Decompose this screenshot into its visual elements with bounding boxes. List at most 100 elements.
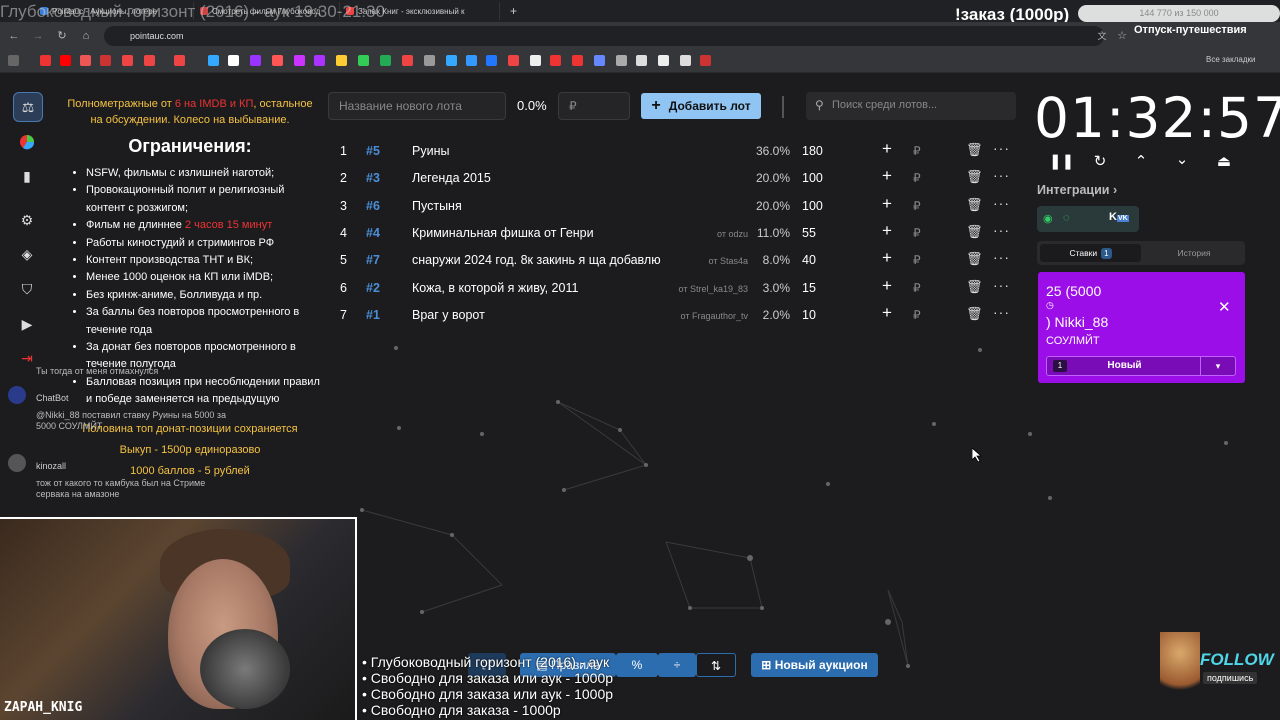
- bookmark-icon[interactable]: [336, 55, 347, 66]
- ruble-icon[interactable]: ₽: [913, 199, 921, 213]
- integrations-link[interactable]: Интеграции ›: [1037, 183, 1117, 197]
- bookmark-icon[interactable]: [272, 55, 283, 66]
- add-to-lot-icon[interactable]: +: [882, 194, 892, 214]
- star-icon[interactable]: ☆: [1114, 28, 1130, 44]
- all-bookmarks-link[interactable]: Все закладки: [1206, 55, 1255, 64]
- tab-history[interactable]: История: [1145, 244, 1243, 262]
- lot-row[interactable]: 4 #4 Криминальная фишка от Генри от odzu 11.…: [330, 219, 1020, 246]
- percent-button[interactable]: %: [616, 653, 658, 677]
- bookmark-icon[interactable]: [594, 55, 605, 66]
- lot-name[interactable]: Пустыня: [412, 199, 462, 213]
- bookmark-icon[interactable]: [80, 55, 91, 66]
- lot-amount[interactable]: 10: [802, 308, 816, 322]
- new-tab-button[interactable]: +: [504, 2, 523, 20]
- twitch-status-icon[interactable]: ◉: [1043, 212, 1053, 225]
- chevron-down-icon[interactable]: ⌄: [1172, 150, 1192, 170]
- add-lot-button[interactable]: + Добавить лот: [641, 93, 761, 119]
- add-to-lot-icon[interactable]: +: [882, 166, 892, 186]
- bookmark-icon[interactable]: [700, 55, 711, 66]
- bookmark-icon[interactable]: [144, 55, 155, 66]
- bookmark-icon[interactable]: [636, 55, 647, 66]
- trash-icon[interactable]: 🗑: [966, 251, 983, 267]
- bookmark-icon[interactable]: [40, 55, 51, 66]
- trash-icon[interactable]: 🗑: [966, 169, 983, 185]
- bookmark-icon[interactable]: [402, 55, 413, 66]
- bookmark-icon[interactable]: [530, 55, 541, 66]
- lot-amount[interactable]: 55: [802, 226, 816, 240]
- forward-icon[interactable]: →: [30, 28, 46, 44]
- bookmark-icon[interactable]: [658, 55, 669, 66]
- ruble-icon[interactable]: ₽: [913, 281, 921, 295]
- bookmark-icon[interactable]: [208, 55, 219, 66]
- new-lot-input[interactable]: Название нового лота: [328, 92, 506, 120]
- amount-input[interactable]: ₽: [558, 92, 630, 120]
- lot-name[interactable]: Руины: [412, 144, 449, 158]
- lot-row[interactable]: 2 #3 Легенда 2015 20.0% 100 + ₽ 🗑 ···: [330, 164, 1020, 191]
- ruble-icon[interactable]: ₽: [913, 308, 921, 322]
- ruble-icon[interactable]: ₽: [913, 144, 921, 158]
- lot-name[interactable]: Легенда 2015: [412, 171, 491, 185]
- lot-name[interactable]: Кожа, в которой я живу, 2011: [412, 281, 578, 295]
- home-icon[interactable]: ⌂: [78, 28, 94, 44]
- bookmark-icon[interactable]: [508, 55, 519, 66]
- ruble-icon[interactable]: ₽: [913, 253, 921, 267]
- vk-icon[interactable]: [486, 55, 497, 66]
- sort-button[interactable]: ⇅: [696, 653, 736, 677]
- reload-icon[interactable]: ↻: [54, 28, 70, 44]
- more-icon[interactable]: ···: [993, 249, 1010, 265]
- lot-amount[interactable]: 100: [802, 199, 823, 213]
- more-icon[interactable]: ···: [993, 167, 1010, 183]
- lot-amount[interactable]: 180: [802, 144, 823, 158]
- lot-amount[interactable]: 40: [802, 253, 816, 267]
- new-auction-button[interactable]: ⊞ Новый аукцион: [751, 653, 878, 677]
- add-to-lot-icon[interactable]: +: [882, 276, 892, 296]
- divide-button[interactable]: ÷: [658, 653, 696, 677]
- bookmark-icon[interactable]: [550, 55, 561, 66]
- bookmark-icon[interactable]: [572, 55, 583, 66]
- twitch-icon[interactable]: [250, 55, 261, 66]
- bookmark-icon[interactable]: [680, 55, 691, 66]
- sidebar-item-auction[interactable]: ⚖: [13, 92, 43, 122]
- bookmark-icon[interactable]: [616, 55, 627, 66]
- sidebar-item-media[interactable]: ▶: [13, 310, 41, 338]
- lot-name[interactable]: снаружи 2024 год. 8к закинь я ща добавлю: [412, 253, 661, 267]
- reset-icon[interactable]: ↻: [1090, 152, 1110, 172]
- bookmark-icon[interactable]: [446, 55, 457, 66]
- bookmark-icon[interactable]: [424, 55, 435, 66]
- sidebar-item-stats[interactable]: ▮: [13, 162, 41, 190]
- donation-status-icon[interactable]: ◌: [1063, 212, 1070, 224]
- trash-icon[interactable]: 🗑: [966, 142, 983, 158]
- chevron-up-icon[interactable]: ⌃: [1131, 152, 1151, 172]
- trash-icon[interactable]: 🗑: [966, 306, 983, 322]
- bookmark-icon[interactable]: [358, 55, 369, 66]
- lot-amount[interactable]: 100: [802, 171, 823, 185]
- lot-row[interactable]: 1 #5 Руины 36.0% 180 + ₽ 🗑 ···: [330, 137, 1020, 164]
- bookmark-icon[interactable]: [100, 55, 111, 66]
- bookmark-icon[interactable]: [314, 55, 325, 66]
- lot-amount[interactable]: 15: [802, 281, 816, 295]
- more-icon[interactable]: ···: [993, 195, 1010, 211]
- tab-bids[interactable]: Ставки 1: [1040, 244, 1141, 262]
- bookmark-icon[interactable]: [294, 55, 305, 66]
- bookmark-icon[interactable]: [174, 55, 185, 66]
- add-to-lot-icon[interactable]: +: [882, 303, 892, 323]
- double-up-icon[interactable]: ⏏: [1214, 152, 1234, 172]
- lot-row[interactable]: 6 #2 Кожа, в которой я живу, 2011 от Strel_…: [330, 274, 1020, 301]
- add-to-lot-icon[interactable]: +: [882, 221, 892, 241]
- search-input[interactable]: ⚲ Поиск среди лотов...: [806, 92, 1016, 120]
- trash-icon[interactable]: 🗑: [966, 224, 983, 240]
- lot-name[interactable]: Враг у ворот: [412, 308, 485, 322]
- mail-icon[interactable]: [122, 55, 133, 66]
- apps-icon[interactable]: [8, 55, 19, 66]
- more-icon[interactable]: ···: [993, 304, 1010, 320]
- lot-name[interactable]: Криминальная фишка от Генри: [412, 226, 594, 240]
- more-icon[interactable]: ···: [993, 277, 1010, 293]
- more-icon[interactable]: ···: [993, 222, 1010, 238]
- sidebar-item-security[interactable]: ⛉: [13, 275, 41, 303]
- youtube-icon[interactable]: [60, 55, 71, 66]
- pause-icon[interactable]: ❚❚: [1049, 152, 1074, 172]
- lot-row[interactable]: 7 #1 Враг у ворот от Fragauthor_tv 2.0% 10 + ₽ 🗑…: [330, 301, 1020, 328]
- more-icon[interactable]: ···: [993, 140, 1010, 156]
- trash-icon[interactable]: 🗑: [966, 197, 983, 213]
- vk-icon[interactable]: KVK: [1109, 211, 1129, 223]
